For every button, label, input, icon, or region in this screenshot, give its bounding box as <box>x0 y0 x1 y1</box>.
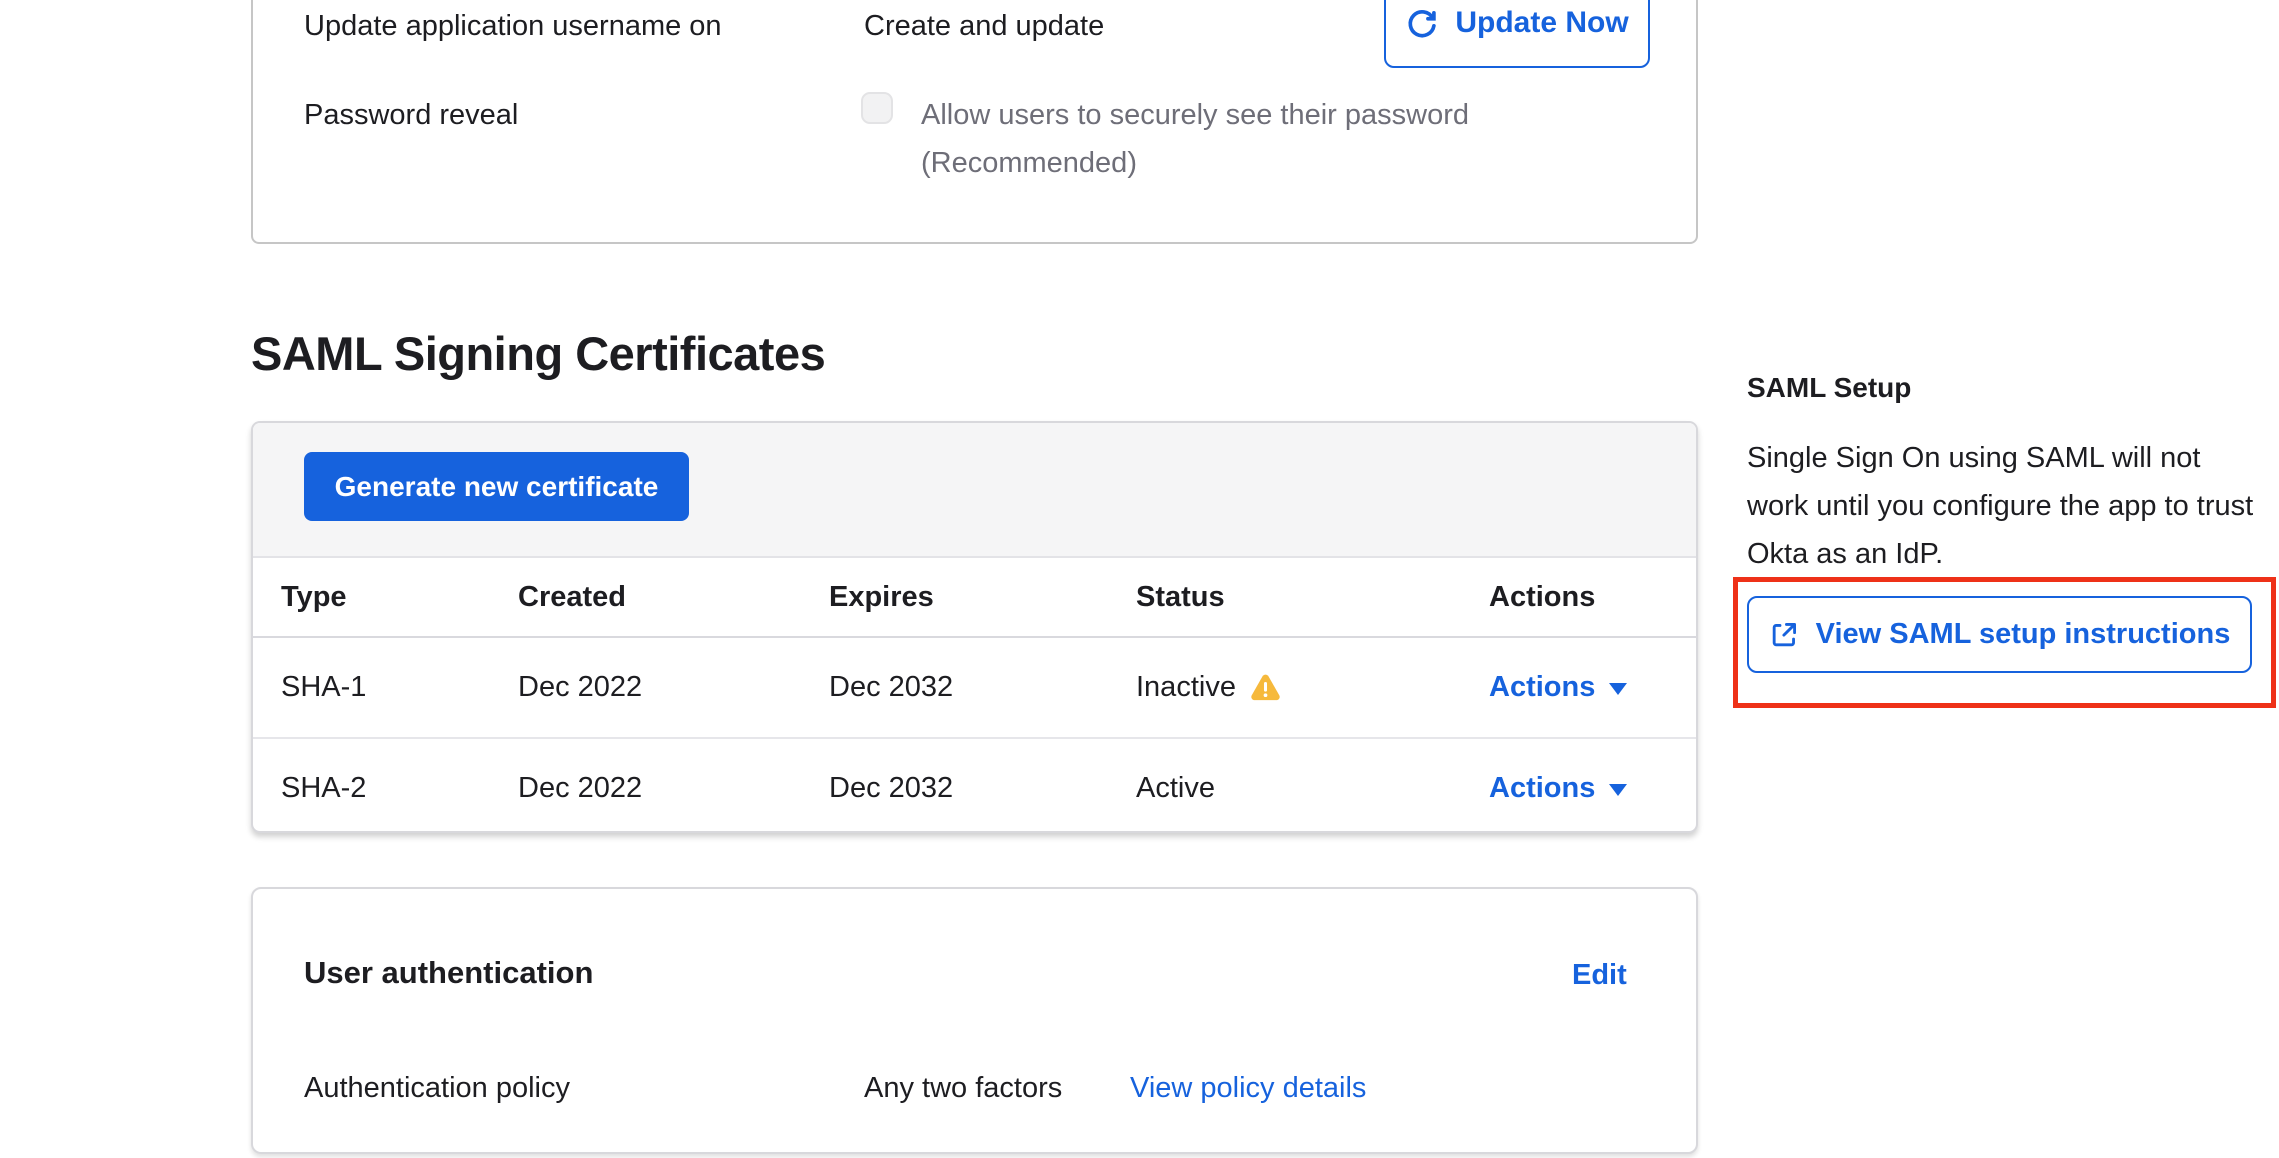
update-now-button[interactable]: Update Now <box>1384 0 1650 68</box>
cert-expires-cell: Dec 2032 <box>801 772 1108 805</box>
password-reveal-checkbox[interactable] <box>861 92 893 124</box>
table-header-row: Type Created Expires Status Actions <box>253 558 1696 638</box>
actions-menu-button[interactable]: Actions <box>1461 671 1696 704</box>
external-link-icon <box>1769 619 1800 650</box>
column-header-status: Status <box>1108 581 1461 614</box>
cert-type-cell: SHA-1 <box>253 671 490 704</box>
status-text: Active <box>1136 772 1215 805</box>
column-header-type: Type <box>253 581 490 614</box>
page-title: SAML Signing Certificates <box>251 326 825 381</box>
view-saml-setup-instructions-button[interactable]: View SAML setup instructions <box>1747 596 2252 673</box>
caret-down-icon <box>1609 683 1627 695</box>
saml-setup-title: SAML Setup <box>1747 372 2267 404</box>
authentication-policy-label: Authentication policy <box>304 1070 570 1106</box>
certificates-table: Type Created Expires Status Actions SHA-… <box>253 558 1696 838</box>
cert-type-cell: SHA-2 <box>253 772 490 805</box>
edit-link[interactable]: Edit <box>1572 959 1627 992</box>
cert-status-cell: Inactive <box>1108 671 1461 704</box>
column-header-actions: Actions <box>1461 581 1696 614</box>
saml-setup-description: Single Sign On using SAML will not work … <box>1747 434 2262 578</box>
view-saml-setup-instructions-label: View SAML setup instructions <box>1816 618 2231 651</box>
certificates-toolbar: Generate new certificate <box>253 423 1696 558</box>
user-authentication-panel: User authentication Edit Authentication … <box>251 887 1698 1154</box>
cert-created-cell: Dec 2022 <box>490 772 801 805</box>
update-now-label: Update Now <box>1455 6 1628 40</box>
column-header-created: Created <box>490 581 801 614</box>
user-authentication-title: User authentication <box>304 955 593 991</box>
refresh-icon <box>1405 6 1439 40</box>
actions-label: Actions <box>1489 671 1595 704</box>
username-update-label: Update application username on <box>304 8 722 44</box>
warning-icon <box>1249 671 1282 704</box>
status-text: Inactive <box>1136 671 1236 704</box>
view-policy-details-link[interactable]: View policy details <box>1130 1070 1366 1106</box>
table-row: SHA-1 Dec 2022 Dec 2032 Inactive Actions <box>253 638 1696 739</box>
username-update-value: Create and update <box>864 8 1104 44</box>
generate-new-certificate-button[interactable]: Generate new certificate <box>304 452 689 521</box>
password-reveal-label: Password reveal <box>304 97 518 133</box>
cert-expires-cell: Dec 2032 <box>801 671 1108 704</box>
password-reveal-recommended-label: (Recommended) <box>921 145 1137 181</box>
certificates-panel: Generate new certificate Type Created Ex… <box>251 421 1698 833</box>
cert-created-cell: Dec 2022 <box>490 671 801 704</box>
caret-down-icon <box>1609 784 1627 796</box>
password-reveal-checkbox-label: Allow users to securely see their passwo… <box>921 97 1469 133</box>
table-row: SHA-2 Dec 2022 Dec 2032 Active Actions <box>253 739 1696 838</box>
account-settings-panel: Update application username on Create an… <box>251 0 1698 244</box>
authentication-policy-value: Any two factors <box>864 1070 1062 1106</box>
actions-label: Actions <box>1489 772 1595 805</box>
actions-menu-button[interactable]: Actions <box>1461 772 1696 805</box>
column-header-expires: Expires <box>801 581 1108 614</box>
saml-setup-sidebar: SAML Setup Single Sign On using SAML wil… <box>1747 372 2267 578</box>
cert-status-cell: Active <box>1108 772 1461 805</box>
